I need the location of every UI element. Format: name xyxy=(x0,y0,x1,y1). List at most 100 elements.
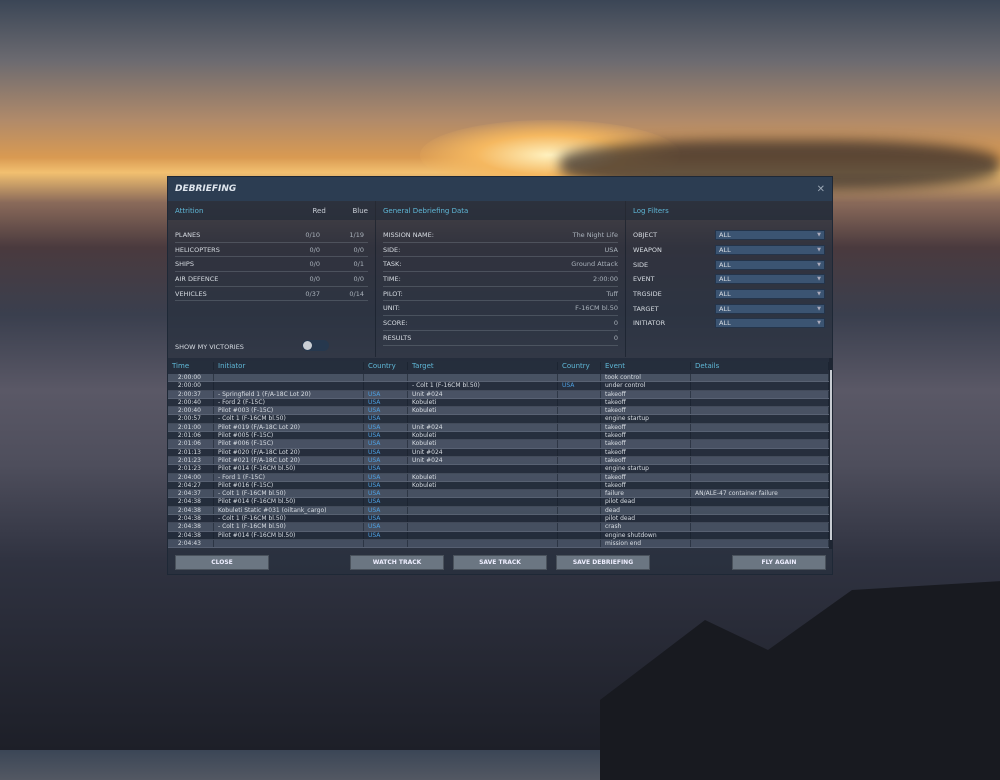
table-row[interactable]: 2:04:27 Pilot #016 (F-15C) USA Kobuleti take… xyxy=(168,481,829,491)
general-row: TASK: Ground Attack xyxy=(383,257,618,273)
general-row: PILOT: Tuff xyxy=(383,287,618,302)
initiator-cell: Pilot #016 (F-15C) xyxy=(214,481,364,490)
target-cell: Unit #024 xyxy=(408,448,558,456)
country-cell: USA xyxy=(364,515,408,523)
initiator-cell: Pilot #014 (F-16CM bl.50) xyxy=(214,498,364,506)
table-row[interactable]: 2:04:37- Colt 1 (F-16CM bl.50) USA failure… xyxy=(168,490,829,499)
column-header-target[interactable]: Target xyxy=(408,362,558,370)
time-cell: 2:00:40 xyxy=(168,398,214,407)
red-count: 0/0 xyxy=(309,274,320,283)
close-icon[interactable]: ✕ xyxy=(817,184,825,195)
table-row[interactable]: 2:01:23 Pilot #014 (F-16CM bl.50) USA engin… xyxy=(168,465,829,474)
filter-weapon-dropdown[interactable]: ALL ▼ xyxy=(715,245,825,256)
table-row[interactable]: 2:01:06 Pilot #006 (F-15C) USA Kobuleti take… xyxy=(168,440,829,449)
event-cell: takeoff xyxy=(601,423,691,432)
filter-target-dropdown[interactable]: ALL ▼ xyxy=(715,303,825,314)
initiator-cell: - Colt 1 (F-16CM bl.50) xyxy=(214,515,364,523)
event-cell: engine startup xyxy=(601,415,691,423)
details-cell xyxy=(691,398,829,407)
target-country-cell xyxy=(558,506,601,515)
save-track-button[interactable]: SAVE TRACK xyxy=(453,555,547,570)
log-filters-panel: Log Filters OBJECT ALL ▼ WEAPON ALL ▼ SIDE ALL ▼… xyxy=(626,201,832,357)
table-row[interactable]: 2:01:13 Pilot #020 (F/A-18C Lot 20) USA Uni… xyxy=(168,448,829,457)
table-row[interactable]: 2:00:00 took control xyxy=(168,374,829,383)
target-country-cell xyxy=(558,390,601,398)
show-victories-toggle[interactable] xyxy=(302,340,329,351)
target-cell xyxy=(408,415,558,423)
table-row[interactable]: 2:00:40 Pilot #003 (F-15C) USA Kobuleti take… xyxy=(168,407,829,416)
table-row[interactable]: 2:04:38- Colt 1 (F-16CM bl.50) USA pilot d… xyxy=(168,515,829,524)
mountain-silhouette xyxy=(600,580,1000,780)
table-row[interactable]: 2:04:38 Pilot #014 (F-16CM bl.50) USA pilot… xyxy=(168,498,829,507)
column-header-country[interactable]: Country xyxy=(558,362,601,370)
blue-header: Blue xyxy=(352,206,369,215)
event-cell: dead xyxy=(601,506,691,515)
time-cell: 2:04:27 xyxy=(168,481,214,490)
filter-side-dropdown[interactable]: ALL ▼ xyxy=(715,259,825,270)
blue-count: 0/0 xyxy=(353,245,364,254)
general-panel: General Debriefing Data MISSION NAME: The… xyxy=(376,201,626,357)
general-value: Tuff xyxy=(606,289,618,298)
general-row: SIDE: USA xyxy=(383,243,618,258)
table-row[interactable]: 2:01:06 Pilot #005 (F-15C) USA Kobuleti take… xyxy=(168,432,829,441)
details-cell xyxy=(691,448,829,456)
attrition-header: Attrition xyxy=(175,206,204,215)
red-header: Red xyxy=(312,206,326,215)
table-row[interactable]: 2:01:23 Pilot #021 (F/A-18C Lot 20) USA Uni… xyxy=(168,456,829,466)
time-cell: 2:04:43 xyxy=(168,539,214,548)
watch-track-button[interactable]: WATCH TRACK xyxy=(350,555,444,570)
table-row[interactable]: 2:00:40- Ford 2 (F-15C) USA Kobuleti takeof… xyxy=(168,398,829,408)
filter-trgside-dropdown[interactable]: ALL ▼ xyxy=(715,289,825,300)
target-cell xyxy=(408,506,558,515)
details-cell xyxy=(691,506,829,515)
table-row[interactable]: 2:00:00 - Colt 1 (F-16CM bl.50) USA under c… xyxy=(168,382,829,391)
red-count: 0/0 xyxy=(309,260,320,269)
column-header-event[interactable]: Event xyxy=(601,362,691,370)
details-cell xyxy=(691,423,829,432)
column-header-country[interactable]: Country xyxy=(364,362,408,370)
dialog-title: DEBRIEFING xyxy=(175,184,237,194)
table-row[interactable]: 2:00:57- Colt 1 (F-16CM bl.50) USA engine … xyxy=(168,415,829,424)
filter-label: TRGSIDE xyxy=(633,290,662,299)
save-debriefing-button[interactable]: SAVE DEBRIEFING xyxy=(556,555,650,570)
filter-row: EVENT ALL ▼ xyxy=(633,272,825,287)
time-cell: 2:00:57 xyxy=(168,415,214,423)
attrition-label: SHIPS xyxy=(175,260,194,269)
details-cell xyxy=(691,382,829,390)
column-header-details[interactable]: Details xyxy=(691,362,829,370)
attrition-label: HELICOPTERS xyxy=(175,245,220,254)
general-value: 0 xyxy=(613,333,618,342)
initiator-cell: Pilot #021 (F/A-18C Lot 20) xyxy=(214,456,364,465)
general-row: TIME: 2:00:00 xyxy=(383,272,618,287)
target-country-cell: USA xyxy=(558,382,601,390)
target-country-cell xyxy=(558,448,601,456)
details-cell xyxy=(691,374,829,382)
chevron-down-icon: ▼ xyxy=(817,232,821,239)
target-cell xyxy=(408,498,558,506)
table-row[interactable]: 2:04:00- Ford 1 (F-15C) USA Kobuleti takeof… xyxy=(168,473,829,482)
initiator-cell: - Colt 1 (F-16CM bl.50) xyxy=(214,415,364,423)
filter-value: ALL xyxy=(719,260,731,269)
log-scrollbar[interactable] xyxy=(829,358,833,549)
column-header-time[interactable]: Time xyxy=(168,362,214,370)
target-country-cell xyxy=(558,456,601,465)
table-row[interactable]: 2:04:38 Kobuleti Static #031 (oiltank_car… xyxy=(168,506,829,516)
target-country-cell xyxy=(558,407,601,415)
table-row[interactable]: 2:04:38 Pilot #014 (F-16CM bl.50) USA engin… xyxy=(168,531,829,540)
filter-initiator-dropdown[interactable]: ALL ▼ xyxy=(715,318,825,329)
general-row: RESULTS 0 xyxy=(383,331,618,346)
blue-count: 0/14 xyxy=(349,289,364,298)
table-row[interactable]: 2:04:38- Colt 1 (F-16CM bl.50) USA crash xyxy=(168,523,829,532)
fly-again-button[interactable]: FLY AGAIN xyxy=(732,555,826,570)
attrition-panel: Attrition Red Blue PLANES 0/10 1/19 HELICOP… xyxy=(168,201,376,357)
filter-event-dropdown[interactable]: ALL ▼ xyxy=(715,274,825,285)
general-label: PILOT: xyxy=(383,289,403,298)
table-row[interactable]: 2:00:37- Springfield 1 (F/A-18C Lot 20) U… xyxy=(168,390,829,399)
filter-object-dropdown[interactable]: ALL ▼ xyxy=(715,230,825,241)
target-country-cell xyxy=(558,398,601,407)
event-cell: takeoff xyxy=(601,456,691,465)
table-row[interactable]: 2:04:43 mission end xyxy=(168,539,829,549)
table-row[interactable]: 2:01:00 Pilot #019 (F/A-18C Lot 20) USA Uni… xyxy=(168,423,829,433)
column-header-initiator[interactable]: Initiator xyxy=(214,362,364,370)
close-button[interactable]: CLOSE xyxy=(175,555,269,570)
